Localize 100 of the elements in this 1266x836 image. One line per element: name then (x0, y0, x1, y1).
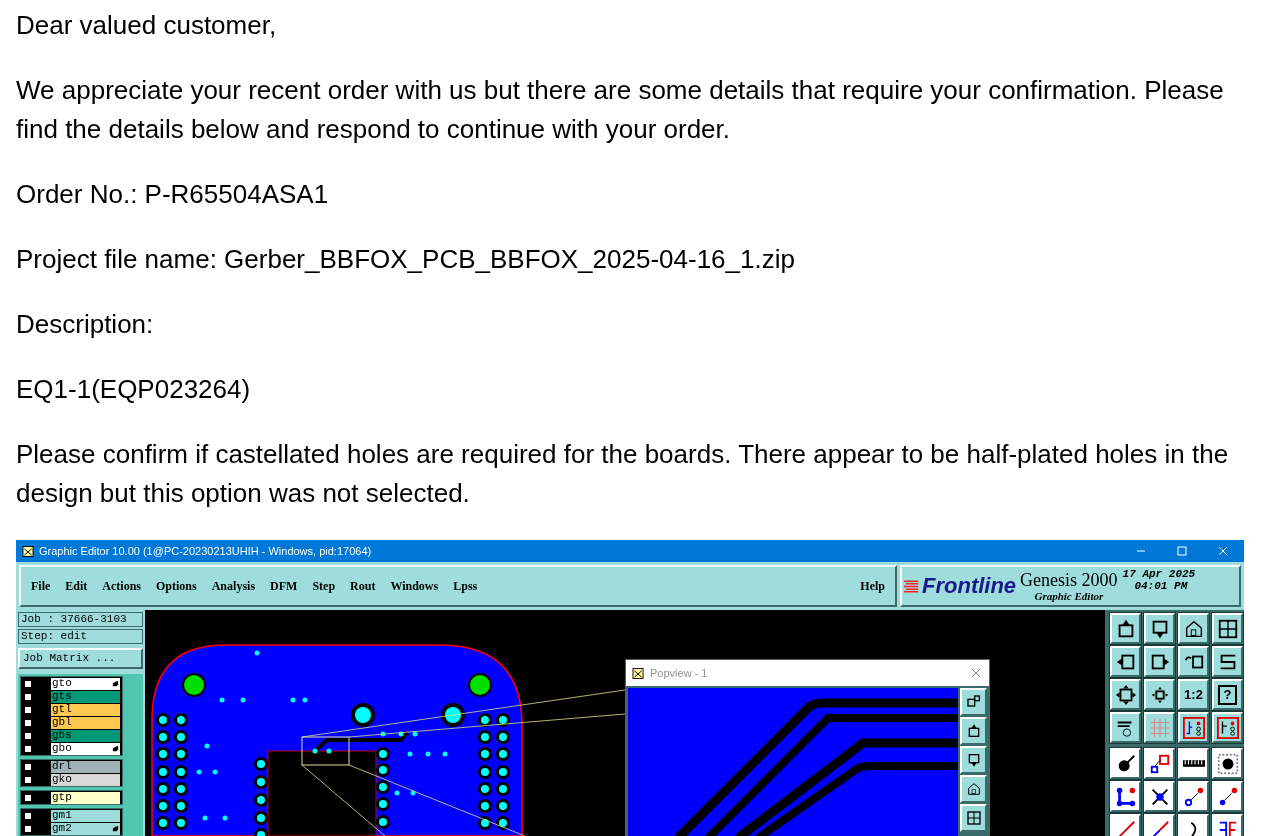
menu-item[interactable]: Analysis (211, 577, 256, 595)
grid-button[interactable] (1144, 712, 1175, 743)
pen-tools-button[interactable] (1110, 712, 1141, 743)
move-right-button[interactable] (1144, 646, 1175, 677)
zoom-fit-icon (1114, 683, 1137, 706)
popview-move-down-button[interactable] (960, 746, 987, 774)
window-panes-icon (1216, 617, 1239, 640)
menu-item[interactable]: Rout (350, 577, 376, 595)
layer-name[interactable]: gtl (51, 703, 120, 716)
layer-checkbox[interactable] (23, 730, 33, 741)
move-left-button[interactable] (1110, 646, 1141, 677)
ruler-icon (1182, 760, 1205, 767)
zoom-center-button[interactable] (1144, 679, 1175, 710)
squares-link-button[interactable] (1144, 748, 1175, 779)
menu-item[interactable]: Windows (390, 577, 439, 595)
mirror-button[interactable] (1212, 814, 1243, 836)
line-draw-button[interactable] (1110, 814, 1141, 836)
layer-checkbox[interactable] (23, 823, 33, 834)
job-label: Job : 37666-3103 (18, 612, 143, 627)
layer-name[interactable]: gtp (51, 791, 120, 804)
pad-select-icon (1216, 752, 1239, 775)
connect-points-button[interactable] (1110, 781, 1141, 812)
layer-checkbox[interactable] (23, 810, 33, 821)
email-paragraph: Project file name: Gerber_BBFOX_PCB_BBFOX_2025-04-16_1.zip (16, 243, 796, 276)
layer-checkbox[interactable] (23, 743, 33, 754)
layer-name[interactable]: gm2 (51, 822, 120, 835)
email-paragraph: Order No.: P-R65504ASA1 (16, 178, 330, 211)
layer-checkbox[interactable] (23, 761, 33, 772)
grid-icon (1148, 716, 1171, 739)
layer-checkbox[interactable] (23, 704, 33, 715)
menu-item[interactable]: DFM (270, 577, 298, 595)
route-path-button[interactable] (1212, 646, 1243, 677)
email-paragraph: Please confirm if castellated holes are required for the boards. There appear to be half-plated holes in the design but this option was not selected. (16, 438, 1230, 510)
layer-name[interactable]: gbo (51, 742, 120, 755)
layer-name[interactable]: drl (51, 760, 120, 773)
net-select-icon (1216, 716, 1239, 739)
popview-title: Popview - 1 (650, 665, 708, 681)
speed-lines-icon (904, 579, 920, 593)
window-panes-button[interactable] (1212, 613, 1243, 644)
layer-checkbox[interactable] (23, 717, 33, 728)
email-paragraph: Dear valued customer, (16, 9, 278, 42)
undo-box-button[interactable] (1178, 646, 1209, 677)
email-paragraph: We appreciate your recent order with us but there are some details that require your confirmation. Please find the details below and respond to continue with your order. (16, 74, 1225, 146)
arc-button[interactable] (1178, 814, 1209, 836)
help-button[interactable]: ? (1212, 679, 1243, 710)
point-move-icon (1182, 785, 1205, 808)
layer-name[interactable]: gto (51, 677, 120, 690)
net-select-button[interactable] (1212, 712, 1243, 743)
email-paragraph: Description: (16, 308, 155, 341)
zoom-ratio-button[interactable]: 1:2 (1178, 679, 1209, 710)
help-menu[interactable]: Help (860, 577, 885, 595)
time-text: 04:01 PM (1134, 580, 1188, 592)
move-right-icon (965, 810, 982, 826)
net-connect-button[interactable] (1178, 712, 1209, 743)
product-name: Genesis 2000 (1020, 569, 1118, 590)
cross-pad-button[interactable] (1144, 781, 1175, 812)
date-text: 17 Apr 2025 (1122, 568, 1196, 580)
point-copy-button[interactable] (1212, 781, 1243, 812)
zoom-fit-button[interactable] (1110, 679, 1141, 710)
move-up-button[interactable] (1110, 613, 1141, 644)
squares-link-icon (1148, 752, 1171, 775)
close-icon (971, 668, 981, 678)
layer-checkbox[interactable] (23, 774, 33, 785)
line-split-button[interactable] (1144, 814, 1175, 836)
move-down-button[interactable] (1144, 613, 1175, 644)
popview-move-right-button[interactable] (960, 804, 987, 832)
product-subtitle: Graphic Editor (1034, 589, 1104, 603)
menu-item[interactable]: Actions (102, 577, 141, 595)
menu-item[interactable]: Lpss (453, 577, 478, 595)
menu-item[interactable]: Options (156, 577, 197, 595)
layer-name[interactable]: gts (51, 690, 120, 703)
popview-move-up-button[interactable] (960, 717, 987, 745)
layer-name[interactable]: gbl (51, 716, 120, 729)
connect-points-icon (1114, 785, 1137, 808)
menu-item[interactable]: Step (312, 577, 336, 595)
popview-zoom-icon (965, 694, 982, 710)
layer-name[interactable]: gm1 (51, 809, 120, 822)
move-left-icon (965, 781, 982, 797)
layer-checkbox[interactable] (23, 691, 33, 702)
close-icon (1218, 546, 1228, 556)
popview-popview-zoom-button[interactable] (960, 688, 987, 716)
pad-arrow-button[interactable] (1110, 748, 1141, 779)
job-matrix-button[interactable]: Job Matrix ... (18, 648, 143, 669)
layer-checkbox[interactable] (23, 792, 33, 803)
maximize-icon (1177, 546, 1187, 556)
menu-item[interactable]: Edit (65, 577, 88, 595)
app-icon (22, 545, 34, 557)
ruler-button[interactable] (1178, 748, 1209, 779)
popview-move-left-button[interactable] (960, 775, 987, 803)
net-connect-icon (1182, 716, 1205, 739)
step-label: Step: edit (18, 629, 143, 644)
layer-name[interactable]: gbs (51, 729, 120, 742)
home-button[interactable] (1178, 613, 1209, 644)
menu-item[interactable]: File (31, 577, 51, 595)
layer-checkbox[interactable] (23, 678, 33, 689)
brand-logo: Frontline (922, 575, 1017, 597)
pad-select-button[interactable] (1212, 748, 1243, 779)
point-move-button[interactable] (1178, 781, 1209, 812)
app-icon (632, 667, 644, 679)
layer-name[interactable]: gko (51, 773, 120, 786)
